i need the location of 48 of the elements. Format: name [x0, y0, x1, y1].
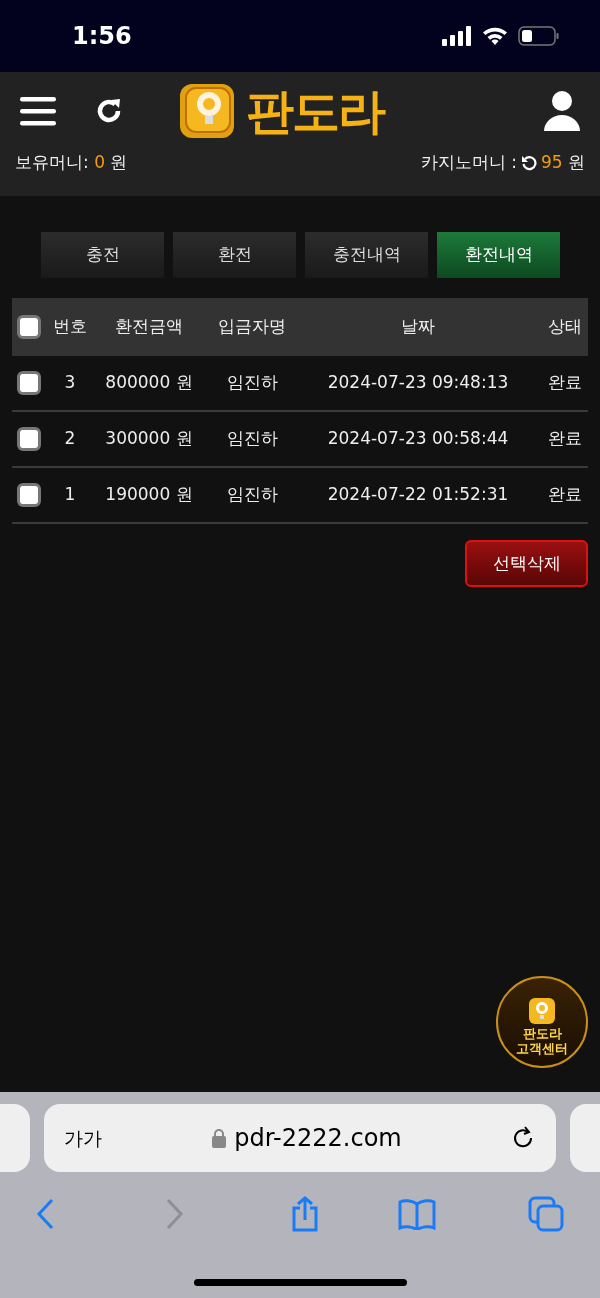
support-center-badge[interactable]: 판도라 고객센터	[496, 976, 588, 1068]
row-checkbox[interactable]	[17, 483, 41, 507]
table-cell-text: 3	[63, 371, 77, 395]
tab[interactable]: 환전내역	[437, 232, 560, 278]
select-all-checkbox[interactable]	[17, 315, 41, 339]
user-icon[interactable]	[544, 91, 580, 131]
table-cell-text: 완료	[547, 371, 583, 395]
tab[interactable]: 환전	[173, 232, 296, 278]
refresh-icon[interactable]	[520, 154, 537, 171]
table-cell-text: 임진하	[225, 483, 279, 507]
column-header: 번호	[52, 315, 88, 339]
tab[interactable]: 충전내역	[305, 232, 428, 278]
wifi-icon	[482, 26, 508, 46]
table-cell-text: 완료	[547, 427, 583, 451]
column-header: 입금자명	[217, 315, 287, 339]
table-cell-text: 190000 원	[104, 483, 194, 507]
menu-icon[interactable]	[20, 96, 56, 126]
logo-text: 판도라	[246, 87, 384, 135]
table-cell-text: 임진하	[225, 427, 279, 451]
column-header: 날짜	[400, 315, 436, 339]
text-size-button[interactable]: 가가	[64, 1123, 102, 1153]
table-cell-text: 2024-07-23 00:58:44	[326, 427, 510, 451]
address-bar[interactable]: 가가 pdr-2222.com	[44, 1104, 556, 1172]
badge-text: 판도라	[522, 1026, 562, 1041]
table-cell-text: 1	[63, 483, 77, 507]
signal-icon	[442, 26, 472, 46]
delete-selected-button[interactable]: 선택삭제	[465, 540, 588, 587]
casino-balance: 95 원	[540, 151, 585, 174]
column-header: 환전금액	[114, 315, 184, 339]
table-cell-text: 800000 원	[104, 371, 194, 395]
url-text: pdr-2222.com	[234, 1123, 402, 1154]
table-cell-text: 300000 원	[104, 427, 194, 451]
table-cell-text: 완료	[547, 483, 583, 507]
column-header: 상태	[547, 315, 583, 339]
status-time: 1:56	[72, 21, 132, 52]
wallet-balance: 보유머니: 0 원	[15, 151, 128, 174]
logo-icon	[527, 996, 557, 1026]
table-cell-text: 2024-07-23 09:48:13	[326, 371, 510, 395]
row-checkbox[interactable]	[17, 427, 41, 451]
casino-label: 카지노머니 :	[420, 151, 517, 174]
battery-icon	[518, 26, 560, 46]
lock-icon	[212, 1128, 227, 1148]
row-checkbox[interactable]	[17, 371, 41, 395]
table-cell-text: 2	[63, 427, 77, 451]
table-cell-text: 2024-07-22 01:52:31	[326, 483, 510, 507]
badge-text: 고객센터	[516, 1041, 568, 1056]
table-cell-text: 임진하	[225, 371, 279, 395]
tab[interactable]: 충전	[41, 232, 164, 278]
